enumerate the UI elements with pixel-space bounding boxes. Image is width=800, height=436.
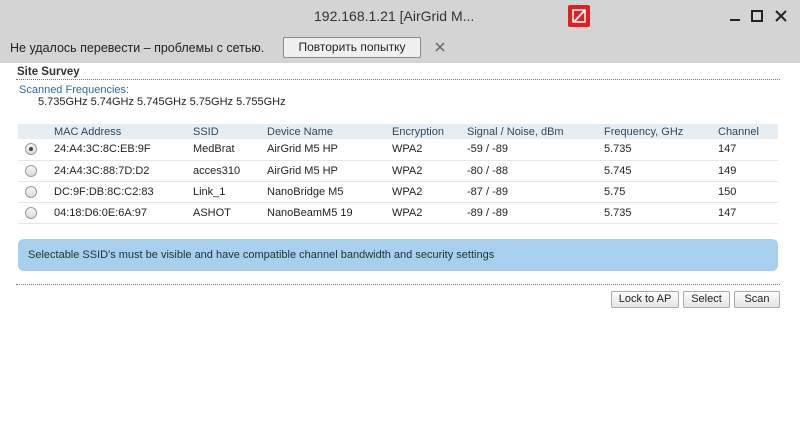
row-radio-selected[interactable]	[25, 143, 37, 156]
cell-channel: 147	[718, 139, 778, 161]
cell-signal: -80 / -88	[467, 160, 604, 182]
site-survey-panel: Site Survey Scanned Frequencies: 5.735GH…	[0, 63, 800, 436]
info-note-text: Selectable SSID's must be visible and ha…	[28, 249, 495, 261]
close-icon[interactable]	[434, 41, 446, 53]
cell-frequency: 5.75	[604, 181, 718, 203]
cell-channel: 150	[718, 181, 778, 203]
table-header-row: MAC Address SSID Device Name Encryption …	[18, 124, 778, 139]
lock-to-ap-button[interactable]: Lock to AP	[611, 291, 679, 308]
cell-signal: -87 / -89	[467, 181, 604, 203]
cell-channel: 147	[718, 202, 778, 224]
close-window-icon[interactable]	[772, 7, 790, 25]
header-signal-noise: Signal / Noise, dBm	[467, 124, 604, 139]
scan-button[interactable]: Scan	[734, 291, 780, 308]
row-radio[interactable]	[25, 185, 37, 198]
cell-frequency: 5.735	[604, 139, 718, 161]
scanned-frequencies-label: Scanned Frequencies:	[19, 84, 130, 96]
cell-frequency: 5.745	[604, 160, 718, 182]
title-bar: 192.168.1.21 [AirGrid M...	[0, 0, 800, 33]
info-note: Selectable SSID's must be visible and ha…	[18, 239, 778, 271]
cell-ssid: Link_1	[193, 181, 267, 203]
header-device-name: Device Name	[267, 124, 392, 139]
translate-infobar: Не удалось перевести – проблемы с сетью.…	[0, 33, 800, 63]
header-select	[18, 124, 54, 139]
cell-signal: -89 / -89	[467, 202, 604, 224]
cell-device: AirGrid M5 HP	[267, 139, 392, 161]
table-row[interactable]: 04:18:D6:0E:6A:97 ASHOT NanoBeamM5 19 WP…	[18, 202, 778, 224]
cell-device: NanoBeamM5 19	[267, 202, 392, 224]
table-row[interactable]: DC:9F:DB:8C:C2:83 Link_1 NanoBridge M5 W…	[18, 181, 778, 203]
cell-frequency: 5.735	[604, 202, 718, 224]
scanned-frequencies-values: 5.735GHz 5.74GHz 5.745GHz 5.75GHz 5.755G…	[38, 96, 286, 108]
retry-button[interactable]: Повторить попытку	[283, 37, 421, 58]
section-title: Site Survey	[17, 66, 80, 78]
header-ssid: SSID	[193, 124, 267, 139]
header-encryption: Encryption	[392, 124, 467, 139]
row-radio[interactable]	[25, 164, 37, 177]
table-row[interactable]: 24:A4:3C:88:7D:D2 acces310 AirGrid M5 HP…	[18, 160, 778, 182]
cell-ssid: MedBrat	[193, 139, 267, 161]
cell-signal: -59 / -89	[467, 139, 604, 161]
cell-mac: DC:9F:DB:8C:C2:83	[54, 181, 193, 203]
divider	[16, 284, 780, 285]
minimize-icon[interactable]	[726, 7, 744, 25]
cell-mac: 04:18:D6:0E:6A:97	[54, 202, 193, 224]
select-button[interactable]: Select	[683, 291, 730, 308]
cell-ssid: ASHOT	[193, 202, 267, 224]
cell-device: AirGrid M5 HP	[267, 160, 392, 182]
cell-encryption: WPA2	[392, 202, 467, 224]
cell-encryption: WPA2	[392, 139, 467, 161]
cell-mac: 24:A4:3C:8C:EB:9F	[54, 139, 193, 161]
infobar-message: Не удалось перевести – проблемы с сетью.	[10, 41, 265, 55]
header-channel: Channel	[718, 124, 778, 139]
cell-device: NanoBridge M5	[267, 181, 392, 203]
cell-mac: 24:A4:3C:88:7D:D2	[54, 160, 193, 182]
header-mac: MAC Address	[54, 124, 193, 139]
window-title: 192.168.1.21 [AirGrid M...	[314, 8, 475, 24]
cell-encryption: WPA2	[392, 181, 467, 203]
popup-blocked-icon[interactable]	[568, 5, 590, 27]
table-row[interactable]: 24:A4:3C:8C:EB:9F MedBrat AirGrid M5 HP …	[18, 139, 778, 161]
cell-encryption: WPA2	[392, 160, 467, 182]
header-frequency: Frequency, GHz	[604, 124, 718, 139]
maximize-icon[interactable]	[748, 7, 766, 25]
row-radio[interactable]	[25, 206, 37, 219]
cell-channel: 149	[718, 160, 778, 182]
divider	[16, 79, 780, 80]
cell-ssid: acces310	[193, 160, 267, 182]
site-survey-table: MAC Address SSID Device Name Encryption …	[18, 124, 778, 224]
